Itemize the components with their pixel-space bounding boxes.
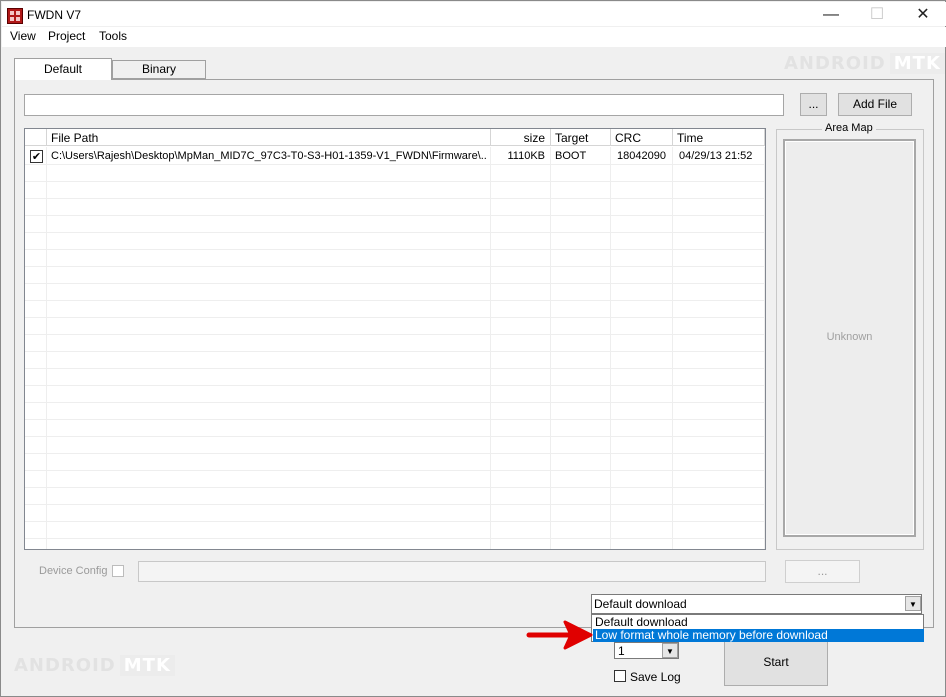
device-config-input[interactable] [138, 561, 766, 582]
file-list[interactable]: File Path size Target CRC Time ✔ C:\User… [24, 128, 766, 550]
save-log-checkbox[interactable] [614, 670, 626, 682]
row-file-path: C:\Users\Rajesh\Desktop\MpMan_MID7C_97C3… [51, 150, 487, 162]
row-time: 04/29/13 21:52 [679, 150, 753, 162]
column-header-file-path[interactable]: File Path [47, 129, 491, 146]
download-mode-selected: Default download [594, 597, 687, 611]
empty-row [25, 403, 765, 420]
empty-row [25, 369, 765, 386]
app-icon [7, 8, 23, 24]
tab-default[interactable]: Default [14, 58, 112, 80]
watermark-brand: ANDROID [14, 655, 116, 676]
empty-row [25, 233, 765, 250]
minimize-button[interactable]: — [808, 2, 854, 28]
title-bar: FWDN V7 — ☐ ✕ [2, 2, 946, 26]
area-map-status: Unknown [826, 331, 873, 343]
empty-row [25, 505, 765, 522]
column-header-size[interactable]: size [491, 129, 551, 146]
column-header-target[interactable]: Target [551, 129, 611, 146]
empty-row [25, 267, 765, 284]
count-select[interactable]: 1 ▼ [614, 642, 679, 659]
watermark-suffix: MTK [119, 655, 175, 676]
dropdown-option-low-format[interactable]: Low format whole memory before download [593, 629, 924, 642]
column-header-crc[interactable]: CRC [611, 129, 673, 146]
red-arrow-icon [526, 620, 593, 650]
menu-project[interactable]: Project [45, 29, 88, 43]
empty-row [25, 386, 765, 403]
watermark-suffix: MTK [889, 53, 945, 74]
maximize-button[interactable]: ☐ [854, 2, 900, 28]
chevron-down-icon[interactable]: ▼ [905, 596, 921, 611]
area-map-label: Area Map [822, 122, 876, 134]
device-config-label: Device Config [39, 565, 108, 577]
device-config-checkbox[interactable] [112, 565, 124, 577]
start-button[interactable]: Start [724, 639, 828, 686]
column-header-check [25, 129, 47, 146]
empty-row [25, 420, 765, 437]
watermark-bottom: ANDROID MTK [14, 655, 175, 676]
empty-row [25, 471, 765, 488]
browse-button[interactable]: ... [800, 93, 827, 116]
window-title: FWDN V7 [27, 8, 81, 22]
tab-binary[interactable]: Binary [112, 60, 206, 79]
empty-row [25, 284, 765, 301]
empty-row [25, 250, 765, 267]
menu-tools[interactable]: Tools [96, 29, 130, 43]
menu-bar: View Project Tools [2, 27, 946, 47]
save-log-label: Save Log [630, 670, 681, 684]
empty-row [25, 539, 765, 549]
empty-row [25, 216, 765, 233]
watermark-top: ANDROID MTK [784, 53, 945, 74]
count-select-value: 1 [618, 644, 625, 658]
empty-row [25, 182, 765, 199]
close-button[interactable]: ✕ [900, 2, 946, 28]
column-header-time[interactable]: Time [673, 129, 765, 146]
empty-row [25, 488, 765, 505]
add-file-button[interactable]: Add File [838, 93, 912, 116]
table-row[interactable]: ✔ C:\Users\Rajesh\Desktop\MpMan_MID7C_97… [25, 148, 765, 165]
empty-row [25, 318, 765, 335]
row-size: 1110KB [507, 150, 545, 162]
row-crc: 18042090 [617, 150, 666, 162]
device-config-browse-button[interactable]: ... [785, 560, 860, 583]
empty-row [25, 199, 765, 216]
empty-row [25, 454, 765, 471]
application-window: FWDN V7 — ☐ ✕ View Project Tools ANDROID… [0, 0, 946, 697]
menu-view[interactable]: View [7, 29, 39, 43]
download-mode-dropdown: Default download Low format whole memory… [591, 614, 924, 642]
empty-row [25, 335, 765, 352]
file-path-input[interactable] [24, 94, 784, 116]
chevron-down-icon[interactable]: ▼ [662, 643, 678, 658]
empty-row [25, 522, 765, 539]
empty-row [25, 352, 765, 369]
download-mode-select[interactable]: Default download ▼ [591, 594, 922, 614]
empty-row [25, 301, 765, 318]
empty-row [25, 437, 765, 454]
row-target: BOOT [555, 150, 587, 162]
row-checkbox[interactable]: ✔ [30, 150, 43, 163]
empty-row [25, 165, 765, 182]
watermark-brand: ANDROID [784, 53, 886, 74]
